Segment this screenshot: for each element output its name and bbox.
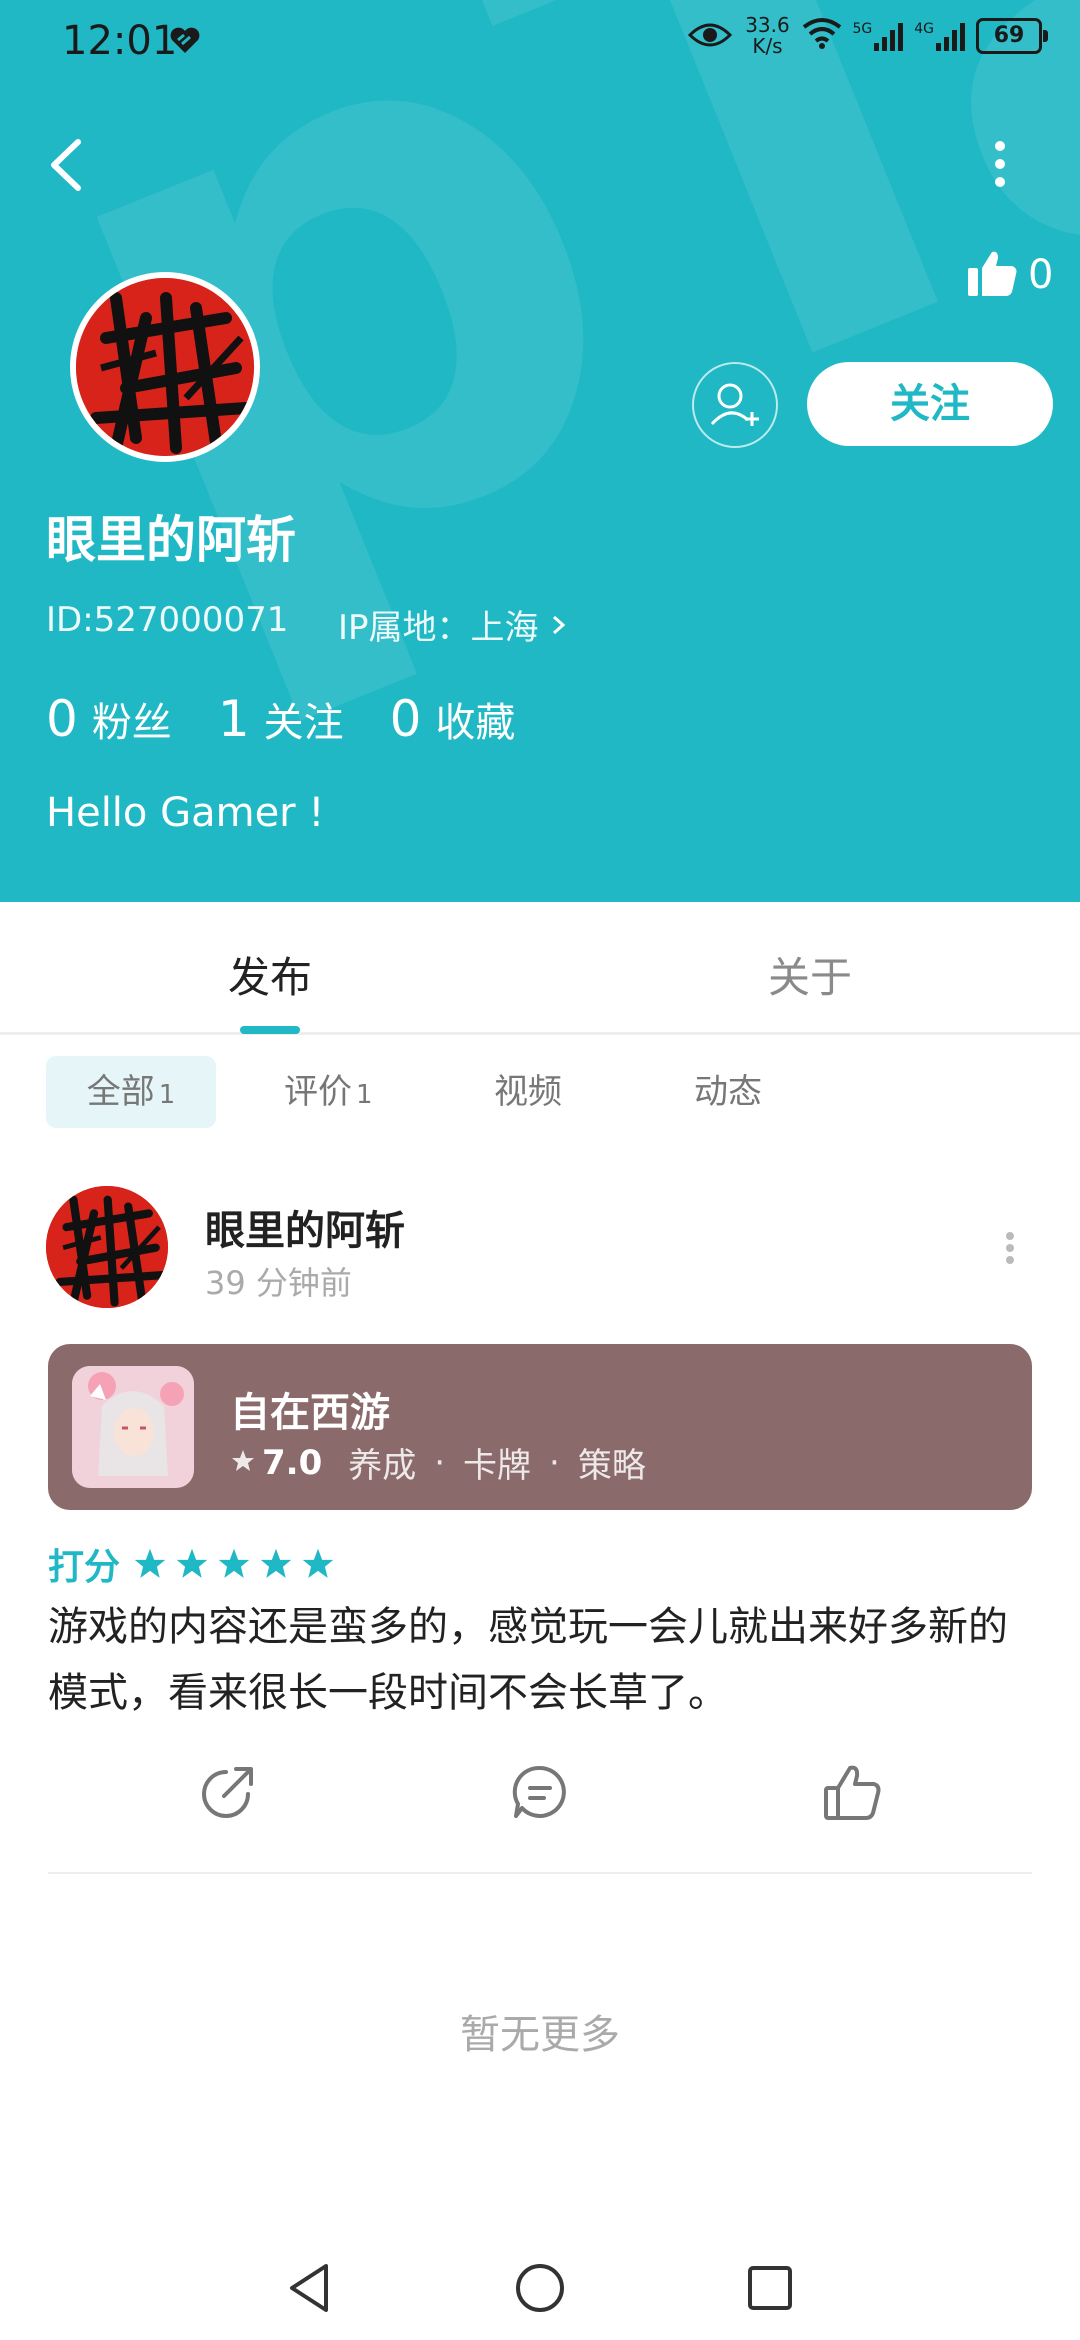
- tag-separator: ·: [434, 1442, 446, 1483]
- chip-review-count: 1: [356, 1080, 373, 1110]
- add-friend-button[interactable]: [692, 362, 778, 448]
- rating-star-icon: [134, 1548, 166, 1578]
- rating-row: 打分: [48, 1538, 336, 1590]
- followers-count[interactable]: 0: [46, 690, 78, 748]
- active-tab-indicator: [240, 1026, 300, 1034]
- nav-recent-button[interactable]: [740, 2258, 800, 2318]
- tag-separator: ·: [549, 1442, 560, 1483]
- status-time: 12:01: [62, 18, 178, 64]
- chip-moment-label: 动态: [694, 1072, 762, 1112]
- signal-4g-icon: 4G: [914, 21, 966, 51]
- net-speed-value: 33.6: [745, 13, 790, 37]
- no-more-text: 暂无更多: [460, 2012, 620, 2058]
- post-author-avatar[interactable]: [46, 1186, 168, 1308]
- post-time: 39 分钟前: [205, 1264, 352, 1302]
- rating-label: 打分: [48, 1547, 121, 1588]
- profile-username: 眼里的阿斩: [46, 511, 296, 569]
- net-speed: 33.6 K/s: [742, 15, 792, 57]
- circle-home-icon: [516, 2264, 564, 2312]
- ip-location-text: IP属地：上海: [338, 608, 539, 648]
- chip-moment[interactable]: 动态: [694, 1056, 762, 1128]
- rating-stars: [132, 1546, 336, 1582]
- signal-5g-icon: 5G: [852, 21, 904, 51]
- add-user-icon: [710, 383, 759, 426]
- tab-publish[interactable]: 发布: [228, 944, 312, 1005]
- signal-4g-label: 4G: [914, 21, 934, 37]
- square-recent-icon: [748, 2266, 792, 2310]
- vertical-dots-icon: [1006, 1232, 1014, 1264]
- following-label[interactable]: 关注: [264, 690, 344, 748]
- game-tag: 策略: [577, 1446, 646, 1486]
- rating-star-icon: [302, 1548, 334, 1578]
- profile-avatar[interactable]: [70, 272, 260, 462]
- status-right-group: 33.6 K/s 5G 4G 69: [688, 14, 1048, 58]
- game-score: 7.0: [262, 1442, 323, 1483]
- back-button[interactable]: [40, 130, 96, 200]
- post-more-button[interactable]: [1000, 1228, 1020, 1268]
- profile-id: ID:527000071: [46, 600, 289, 640]
- favorites-count[interactable]: 0: [390, 690, 422, 748]
- chip-video-label: 视频: [494, 1072, 562, 1112]
- post-author-name[interactable]: 眼里的阿斩: [205, 1198, 405, 1256]
- more-options-button[interactable]: [980, 138, 1020, 190]
- share-button[interactable]: [196, 1760, 260, 1824]
- comment-button[interactable]: [508, 1760, 572, 1824]
- system-nav-bar: [0, 2240, 1080, 2340]
- nav-home-button[interactable]: [510, 2258, 570, 2318]
- avatar-image: [76, 278, 254, 456]
- rating-star-icon: [176, 1548, 208, 1578]
- followers-label[interactable]: 粉丝: [92, 690, 172, 748]
- share-icon: [202, 1767, 253, 1818]
- review-text: 游戏的内容还是蛮多的，感觉玩一会儿就出来好多新的模式，看来很长一段时间不会长草了…: [48, 1604, 1008, 1716]
- game-card[interactable]: 自在西游 7.0 养成 · 卡牌 · 策略: [48, 1344, 1032, 1510]
- like-button[interactable]: [820, 1760, 884, 1824]
- favorites-label[interactable]: 收藏: [435, 690, 515, 748]
- heart-status-icon: [168, 20, 202, 64]
- battery-icon: 69: [976, 18, 1048, 54]
- thumbs-up-icon: [966, 248, 1018, 302]
- rating-star-icon: [260, 1548, 292, 1578]
- game-name: 自在西游: [230, 1390, 390, 1436]
- net-speed-unit: K/s: [752, 34, 783, 58]
- profile-stats: 0 粉丝 1 关注 0 收藏: [46, 690, 561, 748]
- rating-star-icon: [218, 1548, 250, 1578]
- signal-5g-label: 5G: [852, 21, 873, 37]
- wifi-icon: [802, 14, 842, 58]
- chip-review-label: 评价: [284, 1072, 352, 1112]
- post-actions: [0, 1760, 1080, 1840]
- comment-icon: [512, 1765, 566, 1818]
- tab-about[interactable]: 关于: [768, 944, 852, 1005]
- thumbs-up-outline-icon: [824, 1765, 881, 1820]
- chip-review[interactable]: 评价 1: [284, 1056, 373, 1128]
- like-count: 0: [1028, 252, 1054, 298]
- nav-back-button[interactable]: [280, 2258, 340, 2318]
- star-icon: [230, 1443, 256, 1483]
- triangle-back-icon: [290, 2264, 328, 2312]
- profile-bio: Hello Gamer !: [46, 790, 325, 836]
- divider: [48, 1872, 1032, 1874]
- chevron-right-icon: [549, 608, 569, 648]
- profile-like-button[interactable]: 0: [966, 248, 1053, 302]
- profile-header: pTa 12:01 33.6 K/s 5G 4G 69 0 关注 眼里的阿斩 I…: [0, 0, 1080, 902]
- chip-all-label: 全部: [86, 1072, 155, 1112]
- game-icon: [72, 1366, 194, 1488]
- game-meta: 7.0 养成 · 卡牌 · 策略: [230, 1438, 646, 1487]
- ip-location-link[interactable]: IP属地：上海: [338, 600, 569, 649]
- chip-all[interactable]: 全部 1: [46, 1056, 216, 1128]
- follow-button[interactable]: 关注: [807, 362, 1053, 446]
- following-count[interactable]: 1: [218, 690, 250, 748]
- chip-video[interactable]: 视频: [494, 1056, 562, 1128]
- game-tag: 卡牌: [463, 1446, 532, 1486]
- chip-all-count: 1: [158, 1080, 176, 1110]
- profile-tabs: 发布 关于: [0, 902, 1080, 1035]
- game-tag: 养成: [348, 1446, 417, 1486]
- eye-icon: [688, 14, 733, 58]
- status-bar: 12:01 33.6 K/s 5G 4G 69: [0, 0, 1080, 84]
